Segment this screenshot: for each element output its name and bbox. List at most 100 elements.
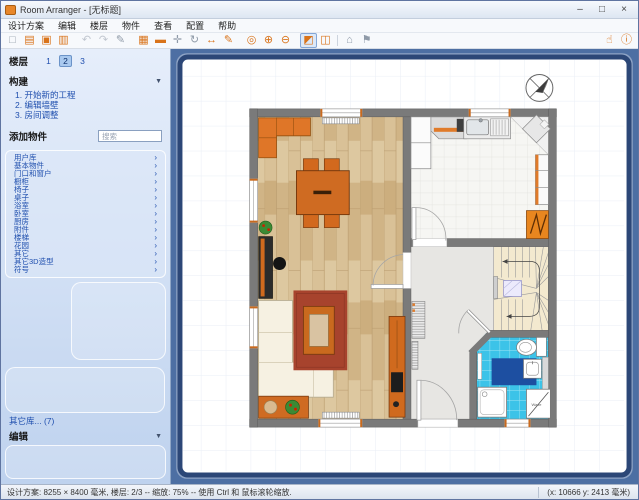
maximize-button[interactable]: □ bbox=[592, 3, 612, 17]
other-libraries-link[interactable]: 其它库... (7) bbox=[9, 415, 162, 426]
category-doors-windows[interactable]: 门口和窗户› bbox=[6, 170, 165, 178]
edit-panel bbox=[5, 445, 166, 479]
add-objects-header: 添加物件 bbox=[9, 129, 162, 143]
menu-edit[interactable]: 编辑 bbox=[51, 19, 83, 33]
category-tables[interactable]: 桌子› bbox=[6, 194, 165, 202]
floors-selector: 楼层 1 2 3 bbox=[9, 54, 162, 67]
room-arranger-window: Room Arranger - [无标题] – □ × 设计方案 编辑 楼层 物… bbox=[0, 0, 639, 500]
menu-floors[interactable]: 楼层 bbox=[83, 19, 115, 33]
minimize-button[interactable]: – bbox=[570, 3, 590, 17]
print-icon[interactable]: ▥ bbox=[55, 33, 72, 48]
category-other-3d[interactable]: 其它3D造型› bbox=[6, 258, 165, 266]
category-accessories[interactable]: 附件› bbox=[6, 226, 165, 234]
save-file-icon[interactable]: ▣ bbox=[38, 33, 55, 48]
bookshelf-detail bbox=[261, 239, 265, 297]
dining-chair bbox=[324, 159, 339, 172]
objects-3d-icon[interactable]: ◫ bbox=[317, 33, 334, 48]
dining-chair bbox=[303, 159, 318, 172]
menu-design[interactable]: 设计方案 bbox=[1, 19, 51, 33]
bowl bbox=[264, 401, 277, 414]
menu-view[interactable]: 查看 bbox=[147, 19, 179, 33]
view-3d-icon[interactable]: ◩ bbox=[300, 33, 317, 48]
close-button[interactable]: × bbox=[614, 3, 634, 17]
zoom-in-icon[interactable]: ⊕ bbox=[260, 33, 277, 48]
floor-button-1[interactable]: 1 bbox=[42, 55, 55, 67]
hand-tool-icon[interactable]: ☝ bbox=[601, 33, 618, 48]
category-cabinets[interactable]: 橱柜› bbox=[6, 178, 165, 186]
window bbox=[318, 419, 362, 427]
rotate-icon[interactable]: ↻ bbox=[186, 33, 203, 48]
new-file-icon[interactable]: □ bbox=[4, 33, 21, 48]
chevron-right-icon: › bbox=[154, 266, 157, 274]
sidebar-spacer bbox=[5, 282, 166, 413]
menu-objects[interactable]: 物件 bbox=[115, 19, 147, 33]
toolbar-separator bbox=[337, 35, 338, 46]
radiator bbox=[322, 118, 359, 124]
status-cursor-coordinates: (x: 10666 y: 2413 毫米) bbox=[538, 487, 638, 498]
plan-settings-icon[interactable]: ▦ bbox=[135, 33, 152, 48]
pouf bbox=[273, 257, 286, 270]
step-edit-walls[interactable]: 2. 编辑墙壁 bbox=[15, 100, 162, 110]
sink bbox=[467, 120, 489, 135]
window-title: Room Arranger - [无标题] bbox=[20, 3, 568, 16]
radiator bbox=[322, 412, 359, 418]
zoom-out-icon[interactable]: ⊖ bbox=[277, 33, 294, 48]
about-icon[interactable]: ⓘ bbox=[618, 33, 635, 48]
speaker bbox=[393, 401, 399, 407]
undo-icon[interactable]: ↶ bbox=[78, 33, 95, 48]
window bbox=[250, 179, 258, 223]
step-new-project[interactable]: 1. 开始新的工程 bbox=[15, 90, 162, 100]
floors-label: 楼层 bbox=[9, 54, 28, 68]
step-adjust-rooms[interactable]: 3. 房间调整 bbox=[15, 110, 162, 120]
category-garden[interactable]: 花园› bbox=[6, 242, 165, 250]
zoom-all-icon[interactable]: ◎ bbox=[243, 33, 260, 48]
dimensions-icon[interactable]: ↔ bbox=[203, 33, 220, 48]
menu-help[interactable]: 帮助 bbox=[211, 19, 243, 33]
category-bedroom[interactable]: 卧室› bbox=[6, 210, 165, 218]
draw-walls-icon[interactable]: ✎ bbox=[220, 33, 237, 48]
search-input[interactable] bbox=[98, 130, 162, 142]
ruler-icon[interactable]: ▬ bbox=[152, 33, 169, 48]
shower-label: Wave bbox=[531, 402, 542, 407]
build-title: 构建 bbox=[9, 74, 155, 88]
collapse-arrow-icon[interactable]: ▼ bbox=[155, 78, 162, 85]
window bbox=[250, 306, 258, 348]
freezer bbox=[526, 211, 548, 239]
decorative-panel bbox=[5, 367, 165, 413]
transform-icon[interactable]: ✛ bbox=[169, 33, 186, 48]
status-project-info: 设计方案: 8255 × 8400 毫米, 楼层: 2/3 -- 缩放: 75%… bbox=[1, 487, 538, 498]
window bbox=[320, 109, 362, 117]
shower-tray bbox=[478, 387, 507, 417]
open-file-icon[interactable]: ▤ bbox=[21, 33, 38, 48]
drawing-canvas[interactable]: Wave bbox=[171, 49, 638, 484]
paint-brush-icon[interactable]: ✎ bbox=[112, 33, 129, 48]
floor-plan-svg[interactable]: Wave bbox=[171, 49, 638, 484]
category-symbols[interactable]: 符号› bbox=[6, 266, 165, 274]
title-bar: Room Arranger - [无标题] – □ × bbox=[1, 1, 638, 19]
stairs-handrail bbox=[494, 276, 498, 298]
status-bar: 设计方案: 8255 × 8400 毫米, 楼层: 2/3 -- 缩放: 75%… bbox=[1, 484, 638, 499]
app-icon bbox=[5, 5, 16, 15]
walkthrough-icon[interactable]: ⚑ bbox=[358, 33, 375, 48]
dining-chair bbox=[324, 215, 339, 228]
collapse-arrow-icon[interactable]: ▼ bbox=[155, 433, 162, 440]
category-chairs[interactable]: 椅子› bbox=[6, 186, 165, 194]
redo-icon[interactable]: ↷ bbox=[95, 33, 112, 48]
home-view-icon[interactable]: ⌂ bbox=[341, 33, 358, 48]
category-kitchen[interactable]: 厨房› bbox=[6, 218, 165, 226]
floor-plan[interactable]: Wave bbox=[250, 74, 557, 427]
toilet-tank bbox=[536, 337, 546, 356]
category-stairs[interactable]: 楼梯› bbox=[6, 234, 165, 242]
build-section-header: 构建 ▼ bbox=[9, 75, 162, 87]
hall-radiator bbox=[412, 341, 418, 369]
edit-section-header: 编辑 ▼ bbox=[9, 430, 162, 442]
dining-chair bbox=[303, 215, 318, 228]
category-bathroom[interactable]: 浴室› bbox=[6, 202, 165, 210]
floor-button-2[interactable]: 2 bbox=[59, 55, 72, 67]
menu-settings[interactable]: 配置 bbox=[179, 19, 211, 33]
floor-button-3[interactable]: 3 bbox=[76, 55, 89, 67]
window bbox=[505, 419, 531, 427]
tv bbox=[391, 372, 403, 392]
compass-icon[interactable] bbox=[526, 74, 553, 101]
add-objects-title: 添加物件 bbox=[9, 129, 98, 143]
